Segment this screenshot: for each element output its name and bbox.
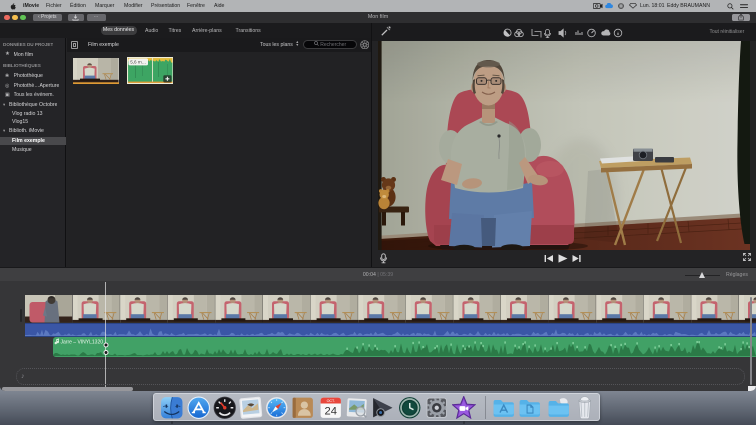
svg-text:24: 24 (325, 405, 337, 417)
svg-text:OCT.: OCT. (327, 399, 335, 403)
svg-text:Jarre – VINYL1320: Jarre – VINYL1320 (61, 339, 104, 345)
svg-text:5,6 m…: 5,6 m… (130, 60, 146, 65)
